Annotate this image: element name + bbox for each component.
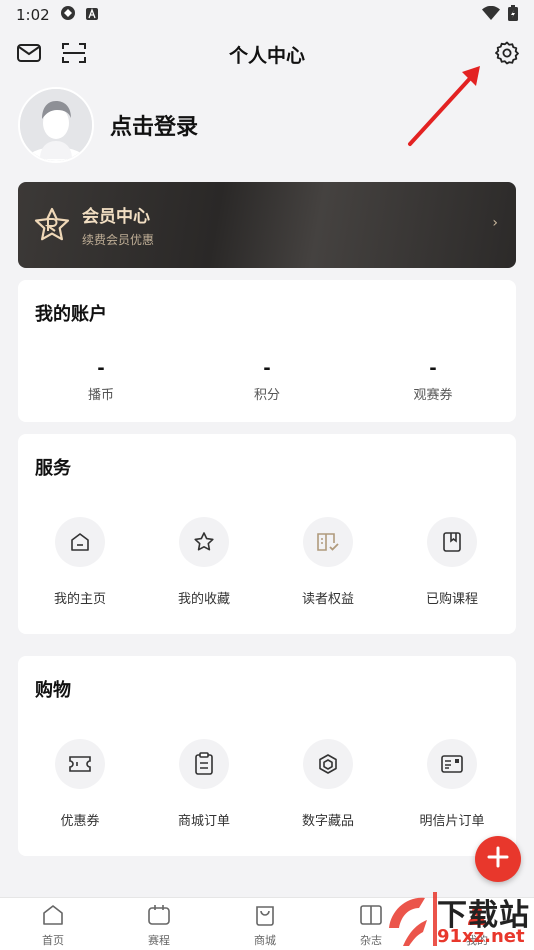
cube-icon	[303, 739, 353, 789]
home-icon	[55, 517, 105, 567]
shop-postcard-orders[interactable]: 明信片订单	[390, 739, 514, 829]
service-favorites[interactable]: 我的收藏	[142, 517, 266, 607]
service-homepage[interactable]: 我的主页	[18, 517, 142, 607]
service-reader-rights-label: 读者权益	[301, 592, 354, 607]
watermark-url: 91xz.net	[437, 926, 525, 947]
services-title: 服务	[35, 458, 71, 479]
account-card: 我的账户 - 播币 - 积分 - 观赛券	[18, 280, 516, 422]
home-icon	[43, 905, 63, 925]
vip-title: 会员中心	[82, 207, 150, 227]
service-purchased-courses[interactable]: 已购课程	[390, 517, 514, 607]
clipboard-icon	[179, 739, 229, 789]
wifi-icon	[482, 5, 500, 24]
login-link[interactable]: 点击登录	[110, 109, 198, 141]
shop-orders-label: 商城订单	[177, 814, 230, 829]
account-points[interactable]: - 积分	[184, 358, 350, 403]
plus-icon	[487, 846, 509, 872]
bookmark-book-icon	[427, 517, 477, 567]
shop-postcard-orders-label: 明信片订单	[419, 814, 485, 829]
vip-star-icon	[34, 207, 70, 243]
shop-coupons-label: 优惠券	[60, 814, 100, 829]
account-coins[interactable]: - 播币	[18, 358, 184, 403]
bag-icon	[256, 906, 274, 926]
tab-home[interactable]: 首页	[0, 904, 106, 948]
shop-digital-collectibles[interactable]: 数字藏品	[266, 739, 390, 829]
notification-a-icon	[85, 6, 98, 24]
shopping-title: 购物	[35, 680, 71, 701]
shop-digital-collectibles-label: 数字藏品	[301, 814, 354, 829]
settings-button[interactable]	[492, 40, 522, 70]
tab-home-label: 首页	[42, 934, 64, 947]
magazine-icon	[360, 905, 382, 925]
services-card: 服务 我的主页 我的收藏 读者权益 已购课程	[18, 434, 516, 634]
ticket-icon	[55, 739, 105, 789]
postcard-icon	[427, 739, 477, 789]
account-title: 我的账户	[35, 304, 107, 325]
calendar-icon	[148, 905, 170, 925]
tab-mall[interactable]: 商城	[212, 904, 318, 948]
status-time: 1:02	[16, 6, 50, 24]
coins-value: -	[97, 358, 105, 379]
profile-section[interactable]: 点击登录	[18, 87, 198, 163]
account-tickets[interactable]: - 观赛券	[350, 358, 516, 403]
annotation-arrow	[408, 66, 480, 146]
points-value: -	[263, 358, 271, 379]
service-reader-rights[interactable]: 读者权益	[266, 517, 390, 607]
service-purchased-courses-label: 已购课程	[425, 592, 478, 607]
coins-label: 播币	[87, 388, 114, 403]
watermark: 下载站 91xz.net	[385, 888, 534, 950]
shop-orders[interactable]: 商城订单	[142, 739, 266, 829]
battery-icon	[508, 5, 518, 25]
tickets-label: 观赛券	[413, 388, 453, 403]
vip-banner[interactable]: 会员中心 续费会员优惠 ›	[18, 182, 516, 268]
vip-subtitle: 续费会员优惠	[82, 233, 155, 247]
service-favorites-label: 我的收藏	[177, 592, 230, 607]
tab-mall-label: 商城	[254, 934, 276, 947]
chevron-right-icon: ›	[492, 215, 498, 231]
shop-coupons[interactable]: 优惠券	[18, 739, 142, 829]
star-icon	[179, 517, 229, 567]
service-homepage-label: 我的主页	[53, 592, 106, 607]
tab-schedule-label: 赛程	[148, 934, 170, 947]
tab-schedule[interactable]: 赛程	[106, 904, 212, 948]
shopping-card: 购物 优惠券 商城订单 数字藏品 明信片订单	[18, 656, 516, 856]
status-bar: 1:02	[0, 0, 534, 30]
book-check-icon	[303, 517, 353, 567]
avatar[interactable]	[18, 87, 94, 163]
gear-icon	[495, 41, 519, 69]
add-button[interactable]	[475, 836, 521, 882]
sync-icon	[60, 5, 76, 25]
default-avatar-icon	[20, 89, 92, 161]
tickets-value: -	[429, 358, 437, 379]
points-label: 积分	[253, 388, 280, 403]
